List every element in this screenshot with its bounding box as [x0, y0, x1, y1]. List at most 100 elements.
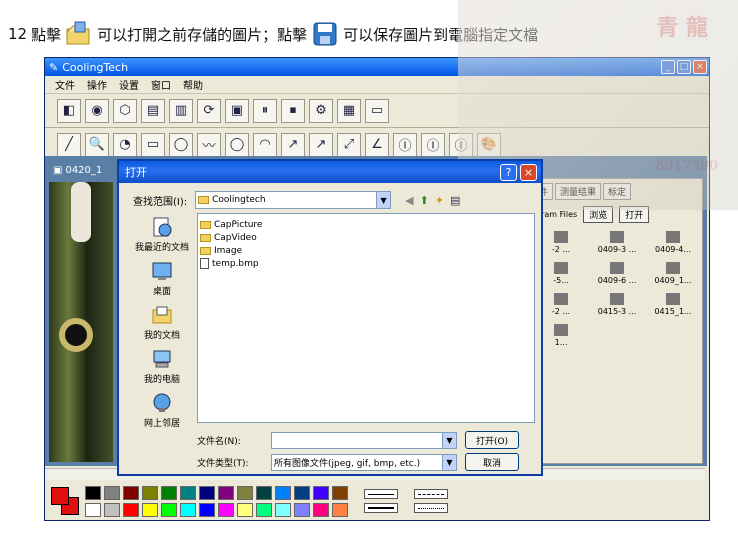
browse-button[interactable]: 浏览 — [583, 206, 614, 223]
rect-tool-icon[interactable]: ▭ — [141, 132, 165, 157]
stop-icon[interactable]: ⏹ — [281, 98, 305, 123]
menu-file[interactable]: 文件 — [55, 77, 75, 92]
color-swatch[interactable] — [142, 502, 158, 517]
thumbnail[interactable]: 0409_1... — [648, 262, 698, 285]
grid-icon[interactable]: ▦ — [337, 98, 361, 123]
thumbnail[interactable]: 0409-4... — [648, 231, 698, 254]
thumbnail[interactable]: 1... — [536, 324, 586, 347]
camera-icon[interactable]: ◉ — [85, 98, 109, 123]
palette-icon[interactable]: 🎨 — [477, 132, 501, 157]
thumbnail[interactable]: 0415_1... — [648, 293, 698, 316]
measure3-icon[interactable]: Ⓘ — [449, 132, 473, 157]
new-folder-icon[interactable]: ✦ — [435, 194, 444, 207]
refresh-icon[interactable]: ⟳ — [197, 98, 221, 123]
color-swatch[interactable] — [313, 502, 329, 517]
help-button[interactable]: ? — [500, 163, 517, 181]
color-swatch[interactable] — [294, 502, 310, 517]
ruler-icon[interactable]: ▭ — [365, 98, 389, 123]
tab-measure-results[interactable]: 测量结果 — [555, 183, 602, 200]
color-swatch[interactable] — [256, 502, 272, 517]
up-folder-icon[interactable]: ⬆ — [420, 194, 429, 207]
color-swatch[interactable] — [332, 485, 348, 500]
menu-help[interactable]: 帮助 — [183, 77, 203, 92]
thumbnail[interactable]: 0409-3 ... — [592, 231, 642, 254]
circle-tool-icon[interactable]: ◯ — [169, 132, 193, 157]
polyline-tool-icon[interactable]: 〰 — [197, 132, 221, 157]
color-swatch[interactable] — [85, 485, 101, 500]
settings-icon[interactable]: ⚙ — [309, 98, 333, 123]
color-swatch[interactable] — [218, 502, 234, 517]
menu-operate[interactable]: 操作 — [87, 77, 107, 92]
place-desktop[interactable]: 桌面 — [127, 259, 197, 297]
color-swatch[interactable] — [104, 502, 120, 517]
line-medium-option[interactable] — [364, 503, 398, 513]
color-swatch[interactable] — [237, 485, 253, 500]
capture-icon[interactable]: ◧ — [57, 98, 81, 123]
line-thin-option[interactable] — [364, 489, 398, 499]
panel-open-button[interactable]: 打开 — [619, 206, 650, 223]
place-network[interactable]: 网上邻居 — [127, 391, 197, 429]
angle-tool-icon[interactable]: ∠ — [365, 132, 389, 157]
color-swatch[interactable] — [161, 502, 177, 517]
document-tab[interactable]: ▣ 0420_1 — [53, 162, 113, 178]
tab-calibrate[interactable]: 标定 — [603, 183, 632, 200]
color-swatch[interactable] — [161, 485, 177, 500]
dimension-tool-icon[interactable]: ⤢ — [337, 132, 361, 157]
back-icon[interactable]: ◀ — [405, 194, 413, 207]
color-swatch[interactable] — [180, 502, 196, 517]
menu-settings[interactable]: 设置 — [119, 77, 139, 92]
list-item[interactable]: temp.bmp — [200, 257, 532, 270]
color-swatch[interactable] — [199, 502, 215, 517]
cancel-button[interactable]: 取消 — [465, 453, 519, 471]
view-menu-icon[interactable]: ▤ — [450, 194, 460, 207]
color-swatch[interactable] — [142, 485, 158, 500]
thumbnail[interactable]: -2 ... — [536, 231, 586, 254]
color-swatch[interactable] — [85, 502, 101, 517]
zoom-icon[interactable]: 🔍 — [85, 132, 109, 157]
list-item[interactable]: CapVideo — [200, 231, 532, 244]
color-swatch[interactable] — [275, 485, 291, 500]
filetype-select[interactable]: 所有图像文件(jpeg, gif, bmp, etc.) ▼ — [271, 453, 457, 471]
filename-input[interactable]: ▼ — [271, 431, 457, 449]
color-swatch[interactable] — [180, 485, 196, 500]
color-swatch[interactable] — [275, 502, 291, 517]
line-dashed-option[interactable] — [414, 489, 448, 499]
color-swatch[interactable] — [218, 485, 234, 500]
menu-window[interactable]: 窗口 — [151, 77, 171, 92]
place-recent[interactable]: 我最近的文档 — [127, 215, 197, 253]
minimize-button[interactable]: _ — [661, 60, 675, 74]
color-swatch[interactable] — [332, 502, 348, 517]
dialog-close-button[interactable]: × — [520, 163, 537, 181]
measure2-icon[interactable]: Ⓘ — [421, 132, 445, 157]
measure1-icon[interactable]: Ⓘ — [393, 132, 417, 157]
line-dotted-option[interactable] — [414, 503, 448, 513]
list-item[interactable]: Image — [200, 244, 532, 257]
pause-icon[interactable]: ⏸ — [253, 98, 277, 123]
color-swatch[interactable] — [256, 485, 272, 500]
thumbnail[interactable]: -5... — [536, 262, 586, 285]
current-color[interactable] — [51, 487, 79, 515]
thumbnail[interactable]: 0415-3 ... — [592, 293, 642, 316]
color-swatch[interactable] — [294, 485, 310, 500]
maximize-button[interactable]: □ — [677, 60, 691, 74]
place-my-computer[interactable]: 我的电脑 — [127, 347, 197, 385]
color-swatch[interactable] — [123, 485, 139, 500]
save-icon[interactable]: ▣ — [225, 98, 249, 123]
thumbnail[interactable]: 0409-6 ... — [592, 262, 642, 285]
arc-tool-icon[interactable]: ◔ — [113, 132, 137, 157]
ellipse-tool-icon[interactable]: ◯ — [225, 132, 249, 157]
line-tool-icon[interactable]: ╱ — [57, 132, 81, 157]
color-swatch[interactable] — [237, 502, 253, 517]
open-button[interactable]: 打开(O) — [465, 431, 519, 449]
export-icon[interactable]: ▥ — [169, 98, 193, 123]
arrow-tool-icon[interactable]: ↗ — [281, 132, 305, 157]
image-doc-icon[interactable]: ▤ — [141, 98, 165, 123]
color-swatch[interactable] — [123, 502, 139, 517]
place-my-documents[interactable]: 我的文档 — [127, 303, 197, 341]
color-swatch[interactable] — [313, 485, 329, 500]
color-swatch[interactable] — [104, 485, 120, 500]
thumbnail[interactable]: -2 ... — [536, 293, 586, 316]
list-item[interactable]: CapPicture — [200, 218, 532, 231]
look-in-combo[interactable]: Coolingtech ▼ — [195, 191, 392, 209]
open-folder-icon[interactable]: ⬡ — [113, 98, 137, 123]
